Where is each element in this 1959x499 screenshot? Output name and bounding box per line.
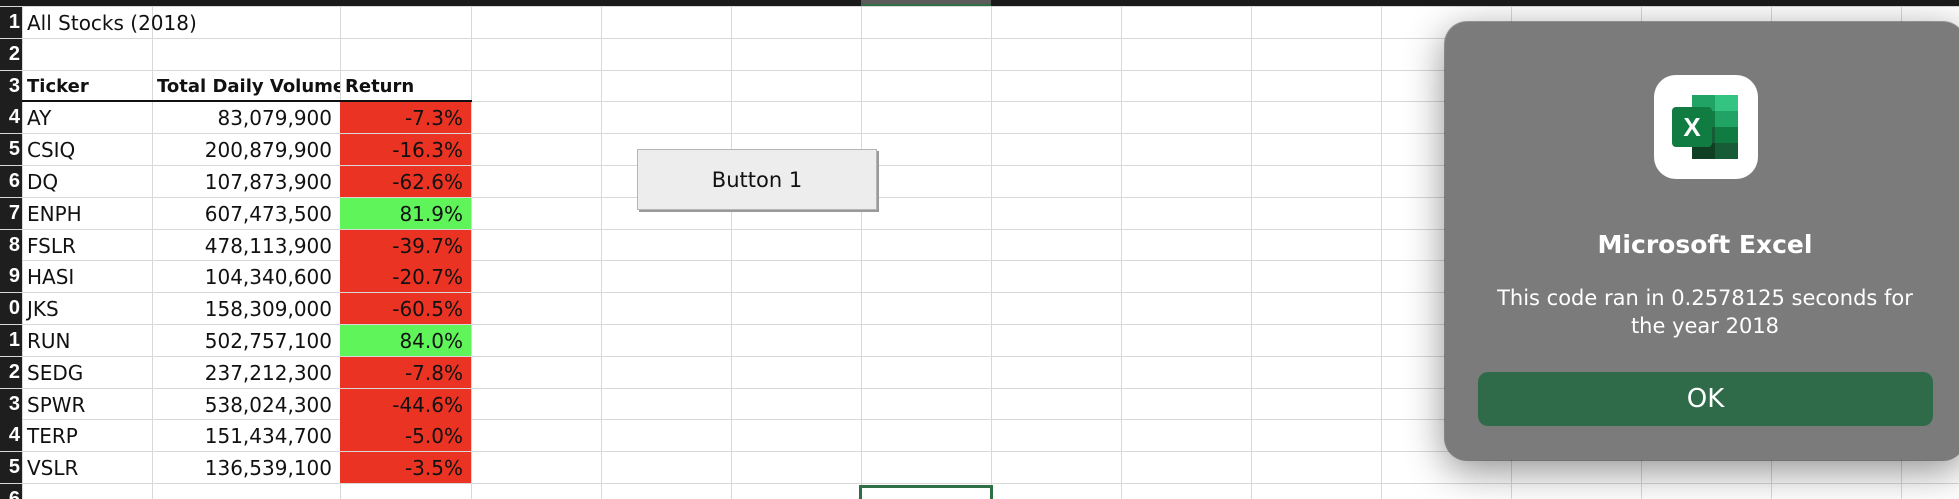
- grid-col-line: [1121, 6, 1122, 499]
- header-total-daily-volume[interactable]: Total Daily Volume: [152, 71, 340, 102]
- row-header[interactable]: 8: [0, 230, 22, 261]
- cell-return[interactable]: -3.5%: [340, 452, 471, 483]
- cell-ticker[interactable]: ENPH: [22, 198, 152, 229]
- ok-button[interactable]: OK: [1478, 372, 1933, 426]
- cell-ticker[interactable]: AY: [22, 102, 152, 133]
- cell-ticker[interactable]: RUN: [22, 325, 152, 356]
- cell-volume[interactable]: 502,757,100: [152, 325, 340, 356]
- row-header[interactable]: 3: [0, 71, 22, 102]
- header-ticker[interactable]: Ticker: [22, 71, 152, 102]
- row-header[interactable]: 6: [0, 166, 22, 197]
- cell-return[interactable]: -60.5%: [340, 293, 471, 324]
- cell-volume[interactable]: 237,212,300: [152, 357, 340, 388]
- grid-col-line: [731, 6, 732, 499]
- row-header[interactable]: 4: [0, 420, 22, 451]
- row-header[interactable]: 2: [0, 357, 22, 388]
- dialog-title: Microsoft Excel: [1597, 230, 1813, 259]
- row-header[interactable]: 2: [0, 39, 22, 70]
- grid-col-line: [601, 6, 602, 499]
- row-header[interactable]: 6: [0, 484, 22, 499]
- grid-row-line: [0, 483, 1959, 484]
- cell-ticker[interactable]: FSLR: [22, 230, 152, 261]
- header-return[interactable]: Return: [340, 71, 471, 102]
- row-header[interactable]: 5: [0, 134, 22, 165]
- grid-col-line: [991, 6, 992, 499]
- cell-volume[interactable]: 83,079,900: [152, 102, 340, 133]
- excel-icon: X: [1654, 75, 1758, 179]
- cell-ticker[interactable]: VSLR: [22, 452, 152, 483]
- row-header[interactable]: 7: [0, 198, 22, 229]
- cell-volume[interactable]: 151,434,700: [152, 420, 340, 451]
- row-header[interactable]: 4: [0, 102, 22, 133]
- cell-volume[interactable]: 104,340,600: [152, 261, 340, 292]
- cell-ticker[interactable]: JKS: [22, 293, 152, 324]
- cell-return[interactable]: -7.8%: [340, 357, 471, 388]
- grid-col-line: [471, 6, 472, 499]
- cell-ticker[interactable]: SPWR: [22, 389, 152, 420]
- row-header[interactable]: 5: [0, 452, 22, 483]
- message-dialog: X Microsoft Excel This code ran in 0.257…: [1445, 22, 1959, 460]
- cell-ticker[interactable]: CSIQ: [22, 134, 152, 165]
- cell-volume[interactable]: 607,473,500: [152, 198, 340, 229]
- cell-return[interactable]: -62.6%: [340, 166, 471, 197]
- cell-volume[interactable]: 538,024,300: [152, 389, 340, 420]
- row-header[interactable]: 1: [0, 325, 22, 356]
- cell-return[interactable]: 84.0%: [340, 325, 471, 356]
- cell-return[interactable]: 81.9%: [340, 198, 471, 229]
- cell-return[interactable]: -44.6%: [340, 389, 471, 420]
- cell-return[interactable]: -20.7%: [340, 261, 471, 292]
- row-header[interactable]: 1: [0, 7, 22, 38]
- cell-title[interactable]: All Stocks (2018): [22, 7, 422, 38]
- cell-ticker[interactable]: DQ: [22, 166, 152, 197]
- cell-return[interactable]: -16.3%: [340, 134, 471, 165]
- row-header[interactable]: 0: [0, 293, 22, 324]
- cell-volume[interactable]: 158,309,000: [152, 293, 340, 324]
- active-cell[interactable]: [859, 485, 993, 499]
- button-1[interactable]: Button 1: [637, 149, 877, 210]
- cell-volume[interactable]: 478,113,900: [152, 230, 340, 261]
- grid-col-line: [861, 6, 862, 499]
- excel-window: 1 2 3 4 5 6 7 8 9 0 1 2 3 4 5 6 All Stocks (2018) Ticker T…: [0, 0, 1959, 499]
- grid-col-line: [1251, 6, 1252, 499]
- cell-ticker[interactable]: SEDG: [22, 357, 152, 388]
- cell-return[interactable]: -39.7%: [340, 230, 471, 261]
- cell-volume[interactable]: 200,879,900: [152, 134, 340, 165]
- cell-return[interactable]: -7.3%: [340, 102, 471, 133]
- cell-volume[interactable]: 107,873,900: [152, 166, 340, 197]
- grid-col-line: [1381, 6, 1382, 499]
- cell-volume[interactable]: 136,539,100: [152, 452, 340, 483]
- dialog-message: This code ran in 0.2578125 seconds for t…: [1497, 286, 1913, 338]
- cell-ticker[interactable]: TERP: [22, 420, 152, 451]
- cell-return[interactable]: -5.0%: [340, 420, 471, 451]
- excel-icon-letter: X: [1683, 112, 1701, 142]
- row-header[interactable]: 3: [0, 389, 22, 420]
- row-header[interactable]: 9: [0, 261, 22, 292]
- cell-ticker[interactable]: HASI: [22, 261, 152, 292]
